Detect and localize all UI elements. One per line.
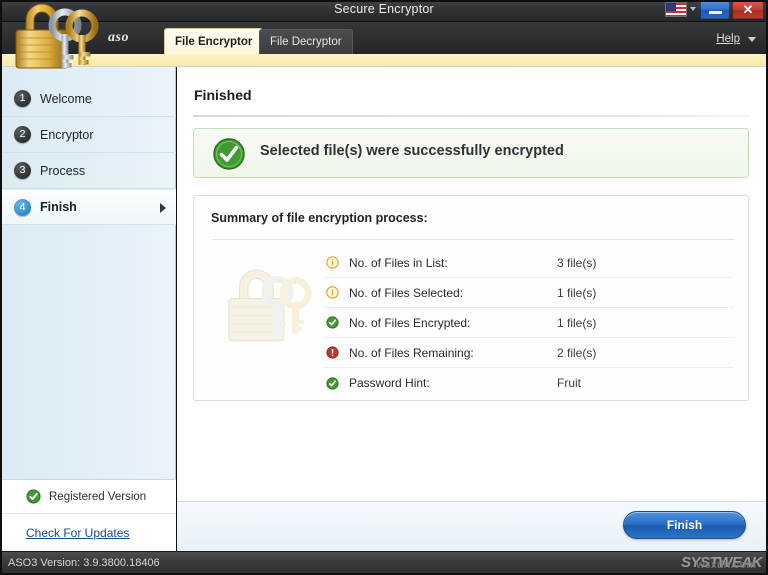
summary-title: Summary of file encryption process: [211, 211, 428, 225]
accent-strip [2, 54, 766, 67]
summary-row-files-selected: No. of Files Selected: 1 file(s) [324, 278, 734, 308]
version-text: ASO3 Version: 3.9.3800.18406 [8, 557, 160, 569]
page-title: Finished [194, 87, 252, 103]
window-title: Secure Encryptor [334, 2, 434, 16]
summary-row-value: 2 file(s) [557, 345, 597, 360]
summary-rows: No. of Files in List: 3 file(s) No. of F… [324, 248, 734, 398]
footer-bar: Finish [177, 501, 766, 551]
sidebar-item-finish[interactable]: 4 Finish [2, 189, 176, 225]
summary-row-label: No. of Files in List: [349, 255, 448, 270]
check-updates-row[interactable]: Check For Updates [2, 514, 176, 551]
content-panel: Finished Selected file(s) were successfu… [177, 67, 766, 501]
info-icon [326, 286, 339, 299]
step-number-badge: 4 [14, 198, 31, 216]
summary-row-value: 1 file(s) [557, 285, 597, 300]
summary-row-label: No. of Files Remaining: [349, 345, 474, 360]
padlock-keys-icon [212, 252, 322, 364]
tab-file-encryptor[interactable]: File Encryptor [164, 28, 264, 55]
summary-row-value: Fruit [557, 376, 581, 390]
close-icon: ✕ [742, 2, 754, 17]
summary-row-label: No. of Files Encrypted: [349, 315, 471, 330]
summary-row-files-remaining: No. of Files Remaining: 2 file(s) [324, 338, 734, 368]
finish-button[interactable]: Finish [623, 511, 746, 539]
chevron-right-icon [160, 203, 166, 213]
success-icon [26, 489, 41, 504]
summary-row-files-in-list: No. of Files in List: 3 file(s) [324, 248, 734, 278]
success-banner: Selected file(s) were successfully encry… [193, 128, 749, 178]
application-window: Secure Encryptor ✕ aso File Encryptor Fi… [0, 0, 768, 575]
sidebar-item-label: Encryptor [40, 127, 94, 142]
sidebar-nav: 1 Welcome 2 Encryptor 3 Process 4 Finish [2, 81, 176, 225]
tab-bar: aso File Encryptor File Decryptor Help [0, 22, 768, 55]
success-banner-text: Selected file(s) were successfully encry… [260, 143, 564, 159]
minimize-button[interactable] [700, 1, 730, 19]
registered-version-row: Registered Version [2, 480, 176, 514]
summary-row-files-encrypted: No. of Files Encrypted: 1 file(s) [324, 308, 734, 338]
padlock-keys-logo-icon [2, 0, 106, 70]
step-number-badge: 1 [14, 90, 31, 107]
title-bar: Secure Encryptor ✕ [0, 0, 768, 22]
summary-row-value: 3 file(s) [557, 255, 597, 270]
registered-version-label: Registered Version [49, 490, 147, 503]
success-icon [326, 316, 339, 329]
sidebar-item-encryptor[interactable]: 2 Encryptor [2, 117, 176, 153]
title-divider [193, 115, 749, 117]
success-icon [326, 376, 339, 390]
sidebar-item-label: Welcome [40, 91, 92, 106]
summary-row-password-hint: Password Hint: Fruit [324, 368, 734, 398]
summary-row-label: Password Hint: [349, 376, 430, 390]
close-button[interactable]: ✕ [732, 1, 764, 19]
sidebar-item-label: Process [40, 163, 86, 178]
sidebar-footer: Registered Version Check For Updates [2, 479, 176, 551]
sidebar: 1 Welcome 2 Encryptor 3 Process 4 Finish [2, 67, 176, 551]
status-bar: ASO3 Version: 3.9.3800.18406 SYSTWEAK ws… [0, 551, 768, 575]
success-icon [213, 138, 245, 170]
language-chevron-down-icon[interactable] [690, 7, 696, 11]
summary-panel: Summary of file encryption process: No. … [193, 195, 749, 401]
step-number-badge: 3 [14, 162, 31, 179]
watermark-wsxdn: wsxdn.com [696, 559, 756, 571]
brand-logo-text: aso [108, 30, 129, 45]
summary-row-label: No. of Files Selected: [349, 285, 464, 300]
info-icon [326, 256, 339, 269]
help-chevron-down-icon[interactable] [748, 37, 756, 42]
us-flag-icon[interactable] [665, 2, 687, 17]
sidebar-item-label: Finish [40, 200, 77, 214]
error-icon [326, 346, 339, 359]
help-menu[interactable]: Help [716, 33, 740, 45]
summary-row-value: 1 file(s) [557, 315, 597, 330]
check-for-updates-link[interactable]: Check For Updates [26, 526, 129, 540]
tab-file-decryptor[interactable]: File Decryptor [259, 29, 353, 54]
sidebar-item-welcome[interactable]: 1 Welcome [2, 81, 176, 117]
summary-divider [212, 239, 734, 240]
sidebar-item-process[interactable]: 3 Process [2, 153, 176, 189]
step-number-badge: 2 [14, 126, 31, 143]
